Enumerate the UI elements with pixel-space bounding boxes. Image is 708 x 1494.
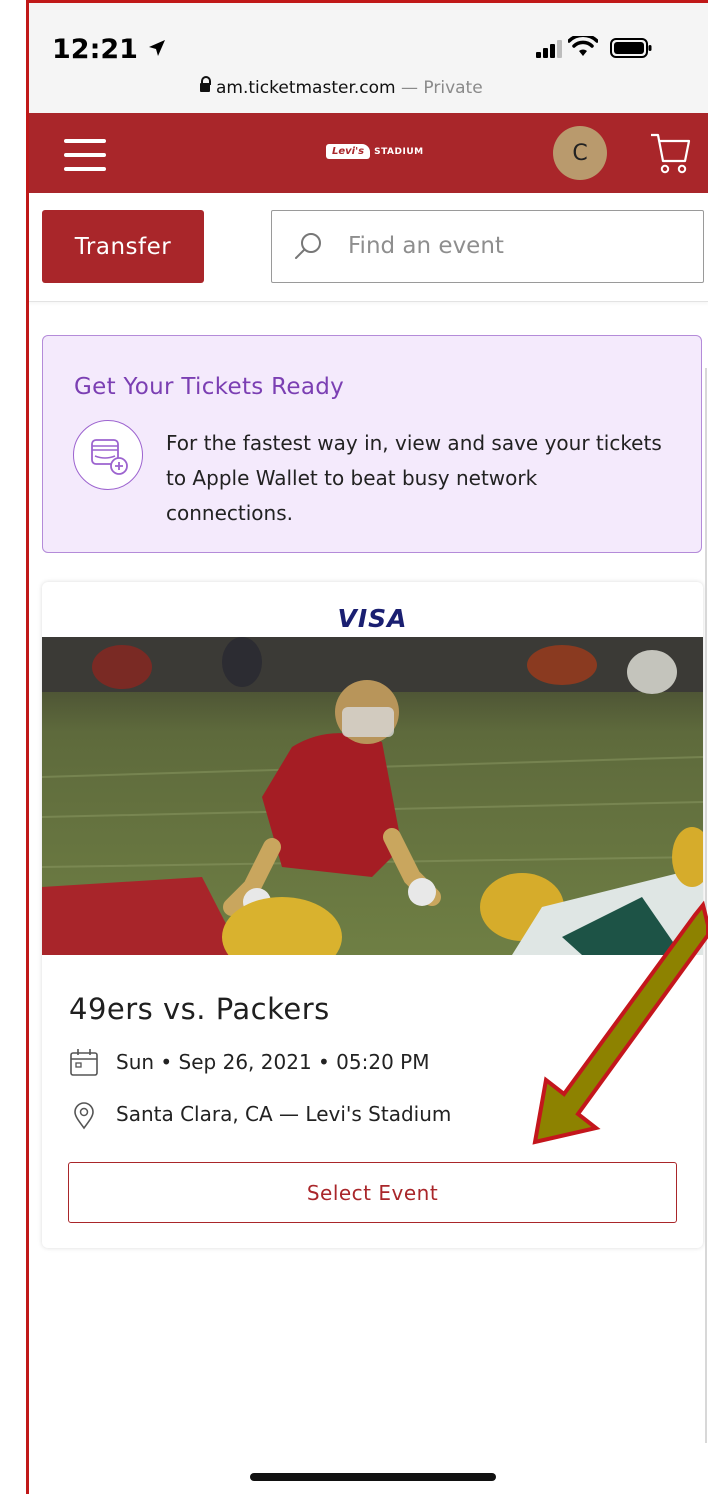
search-field[interactable]: Find an event	[271, 210, 704, 283]
avatar[interactable]: C	[553, 126, 607, 180]
status-time: 12:21	[52, 34, 138, 65]
event-card: VISA 49ers vs. Packers Sun • Sep 26, 202…	[42, 582, 703, 1248]
event-title: 49ers vs. Packers	[69, 992, 330, 1026]
menu-icon[interactable]	[64, 139, 106, 171]
battery-icon	[610, 38, 652, 58]
wallet-banner-title: Get Your Tickets Ready	[74, 374, 345, 400]
event-image[interactable]	[42, 637, 703, 955]
search-input[interactable]: Find an event	[348, 211, 504, 282]
wifi-icon	[568, 36, 598, 56]
logo-venue: STADIUM	[374, 146, 424, 157]
signal-icon	[536, 40, 562, 58]
select-event-button[interactable]: Select Event	[68, 1162, 677, 1223]
private-label: — Private	[401, 78, 483, 98]
wallet-banner-body: For the fastest way in, view and save yo…	[166, 431, 662, 525]
cart-icon[interactable]	[649, 131, 691, 175]
event-date: Sun • Sep 26, 2021 • 05:20 PM	[116, 1050, 430, 1074]
transfer-button[interactable]: Transfer	[42, 210, 204, 283]
event-venue: Santa Clara, CA — Levi's Stadium	[116, 1102, 452, 1126]
search-icon	[295, 233, 321, 259]
scrollbar[interactable]	[705, 368, 707, 1443]
calendar-icon	[70, 1049, 98, 1076]
top-navbar: Levi's STADIUM C	[29, 113, 708, 193]
sponsor-logo: VISA	[337, 604, 408, 633]
address-bar[interactable]: am.ticketmaster.com — Private	[200, 76, 483, 98]
wallet-banner: Get Your Tickets Ready For the fastest w…	[42, 335, 702, 553]
logo-brand: Levi's	[326, 144, 371, 159]
wallet-add-icon	[73, 420, 143, 490]
lock-icon	[200, 76, 211, 92]
venue-logo[interactable]: Levi's STADIUM	[326, 144, 424, 159]
home-indicator	[250, 1473, 496, 1481]
toolbar: Transfer Find an event	[29, 193, 708, 302]
address-url: am.ticketmaster.com	[216, 78, 396, 98]
location-pin-icon	[74, 1102, 94, 1130]
location-arrow-icon	[149, 40, 165, 56]
